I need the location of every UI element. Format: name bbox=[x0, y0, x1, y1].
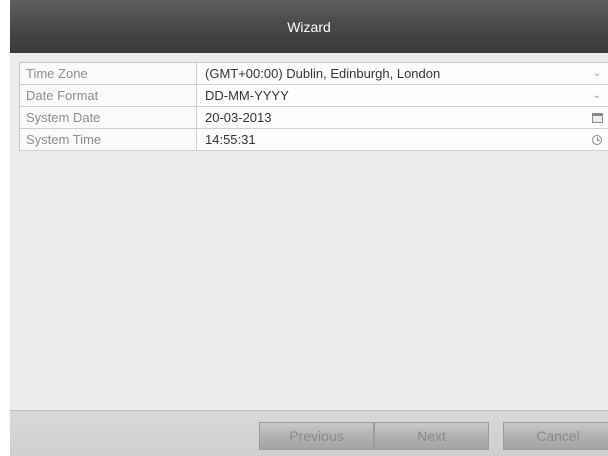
wizard-dialog: Wizard Time Zone (GMT+00:00) Dublin, Edi… bbox=[10, 0, 608, 456]
date-format-value: DD-MM-YYYY bbox=[205, 88, 289, 103]
chevron-down-icon[interactable]: ⌄ bbox=[590, 85, 604, 106]
chevron-down-icon[interactable]: ⌄ bbox=[590, 63, 604, 84]
date-format-row: Date Format DD-MM-YYYY ⌄ bbox=[20, 85, 608, 107]
title-bar: Wizard bbox=[10, 0, 608, 53]
date-format-select[interactable]: DD-MM-YYYY ⌄ bbox=[197, 85, 608, 106]
time-zone-value: (GMT+00:00) Dublin, Edinburgh, London bbox=[205, 66, 441, 81]
calendar-icon[interactable] bbox=[590, 107, 604, 128]
system-time-value: 14:55:31 bbox=[205, 132, 256, 147]
cancel-button[interactable]: Cancel bbox=[503, 422, 608, 450]
previous-button[interactable]: Previous bbox=[259, 422, 374, 450]
window-title: Wizard bbox=[287, 18, 331, 35]
next-button[interactable]: Next bbox=[374, 422, 489, 450]
time-zone-select[interactable]: (GMT+00:00) Dublin, Edinburgh, London ⌄ bbox=[197, 63, 608, 84]
system-date-field[interactable]: 20-03-2013 bbox=[197, 107, 608, 128]
wizard-content: Time Zone (GMT+00:00) Dublin, Edinburgh,… bbox=[10, 53, 608, 410]
time-zone-row: Time Zone (GMT+00:00) Dublin, Edinburgh,… bbox=[20, 63, 608, 85]
time-zone-label: Time Zone bbox=[20, 63, 197, 84]
button-bar: Previous Next Cancel bbox=[10, 410, 608, 456]
system-date-label: System Date bbox=[20, 107, 197, 128]
date-format-label: Date Format bbox=[20, 85, 197, 106]
system-time-row: System Time 14:55:31 bbox=[20, 129, 608, 151]
system-time-field[interactable]: 14:55:31 bbox=[197, 129, 608, 150]
settings-table: Time Zone (GMT+00:00) Dublin, Edinburgh,… bbox=[19, 62, 608, 151]
system-time-label: System Time bbox=[20, 129, 197, 150]
clock-icon[interactable] bbox=[590, 129, 604, 150]
system-date-row: System Date 20-03-2013 bbox=[20, 107, 608, 129]
system-date-value: 20-03-2013 bbox=[205, 110, 272, 125]
